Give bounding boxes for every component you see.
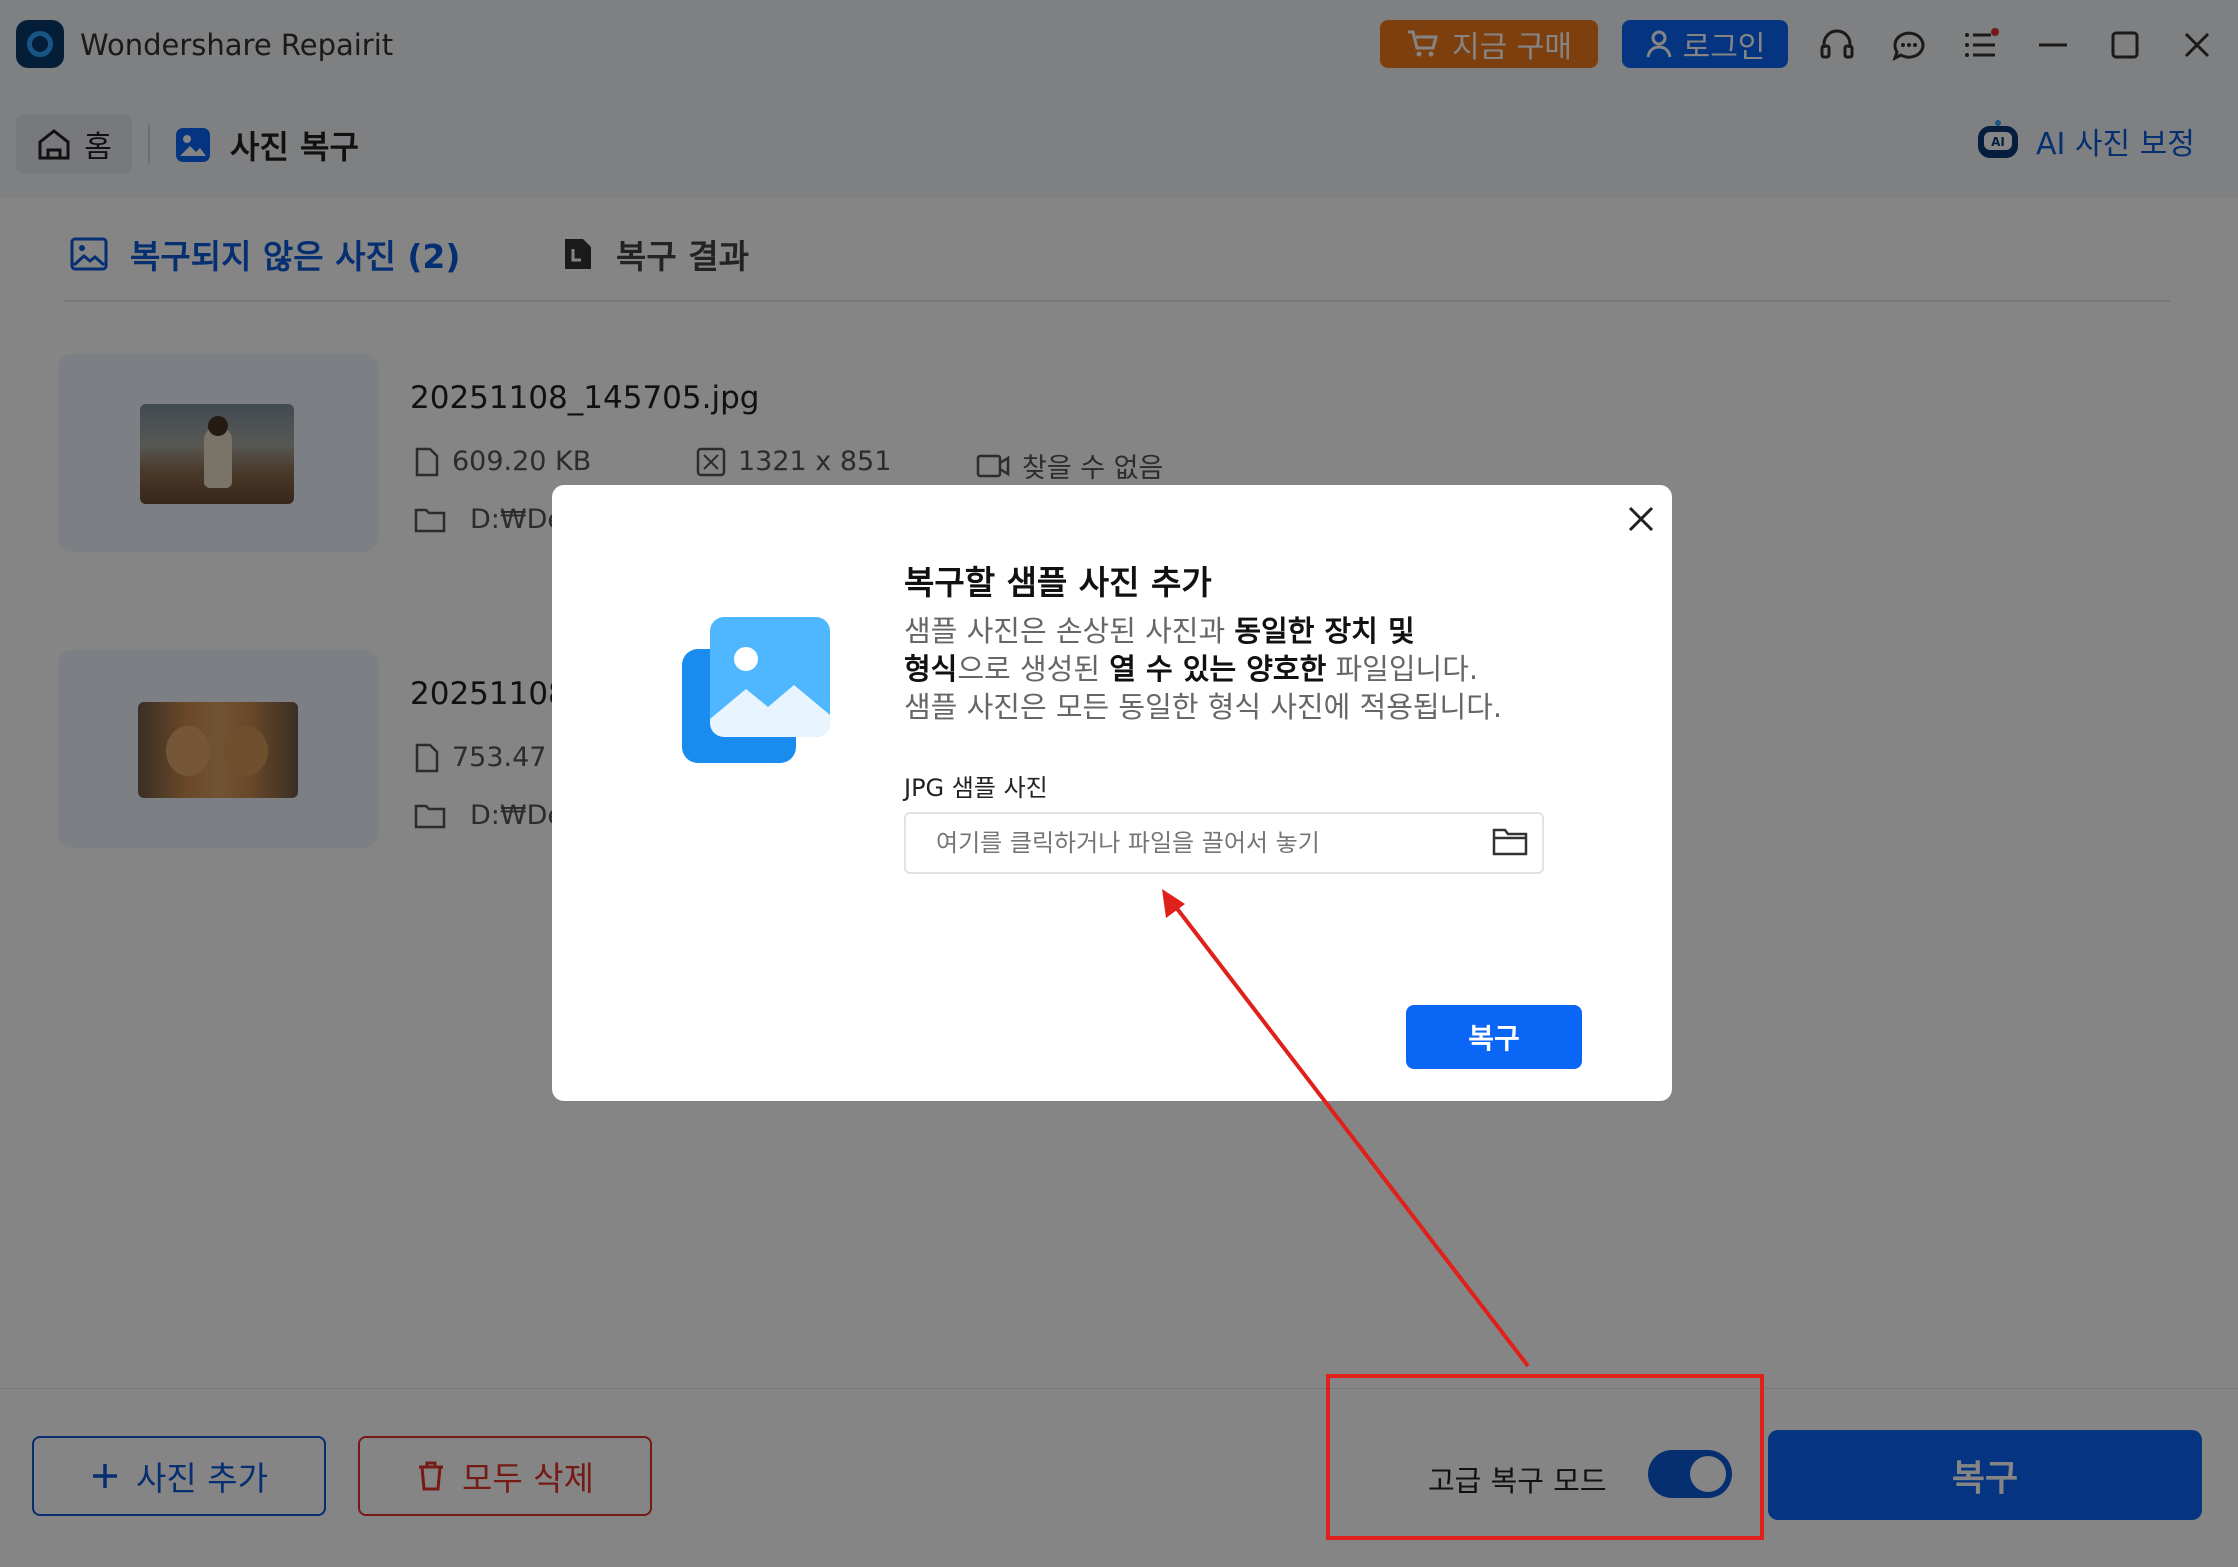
annotation-arrow (1162, 889, 1530, 1368)
